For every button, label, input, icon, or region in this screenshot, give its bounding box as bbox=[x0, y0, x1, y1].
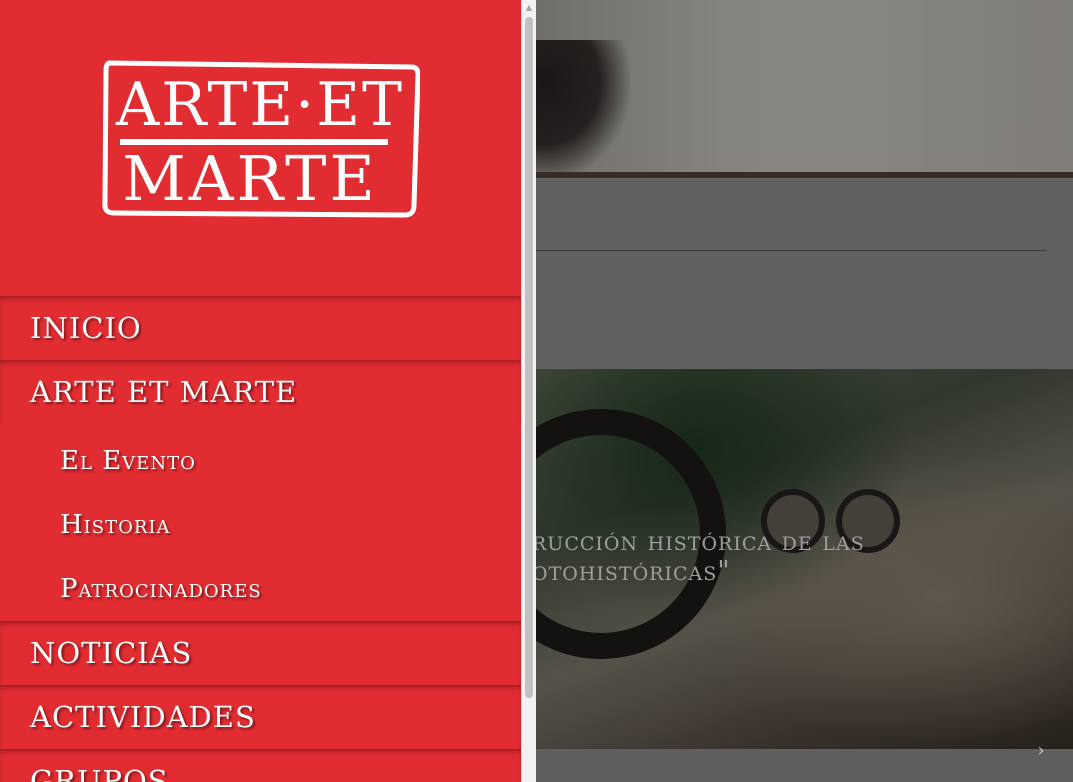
svg-text:ARTE·ET: ARTE·ET bbox=[115, 70, 404, 140]
menu-item-noticias[interactable]: noticias bbox=[0, 621, 521, 685]
svg-text:MARTE: MARTE bbox=[122, 142, 377, 215]
submenu-item-historia[interactable]: Historia bbox=[0, 493, 521, 557]
submenu-item-patrocinadores[interactable]: Patrocinadores bbox=[0, 557, 521, 621]
submenu-label: Patrocinadores bbox=[60, 574, 262, 604]
scroll-up-arrow-icon[interactable]: ▲ bbox=[522, 0, 536, 16]
submenu-label: Historia bbox=[60, 510, 171, 540]
menu-label: actividades bbox=[30, 700, 256, 734]
submenu-item-el-evento[interactable]: El Evento bbox=[0, 429, 521, 493]
menu-label: inicio bbox=[30, 311, 142, 345]
chevron-right-icon[interactable]: › bbox=[1030, 740, 1052, 762]
menu-label: arte et marte bbox=[30, 375, 298, 409]
submenu-label: El Evento bbox=[60, 446, 196, 476]
overlay[interactable] bbox=[536, 0, 1073, 782]
menu-label: noticias bbox=[30, 636, 193, 670]
menu-list: inicio arte et marte El Evento Historia … bbox=[0, 296, 521, 782]
menu-item-grupos[interactable]: grupos bbox=[0, 749, 521, 782]
menu-item-actividades[interactable]: actividades bbox=[0, 685, 521, 749]
menu-item-inicio[interactable]: inicio bbox=[0, 296, 521, 360]
logo-image: ARTE·ET MARTE bbox=[102, 60, 421, 218]
logo[interactable]: ARTE·ET MARTE bbox=[100, 55, 421, 220]
scrollbar-thumb[interactable] bbox=[525, 17, 533, 698]
menu-label: grupos bbox=[30, 764, 169, 782]
menu-scrollbar[interactable]: ▲ bbox=[521, 0, 536, 782]
background-page: rucción histórica de las otohistóricas" bbox=[536, 0, 1073, 782]
menu-item-arte-et-marte[interactable]: arte et marte bbox=[0, 360, 521, 424]
side-menu: ARTE·ET MARTE inicio arte et marte El Ev… bbox=[0, 0, 521, 782]
